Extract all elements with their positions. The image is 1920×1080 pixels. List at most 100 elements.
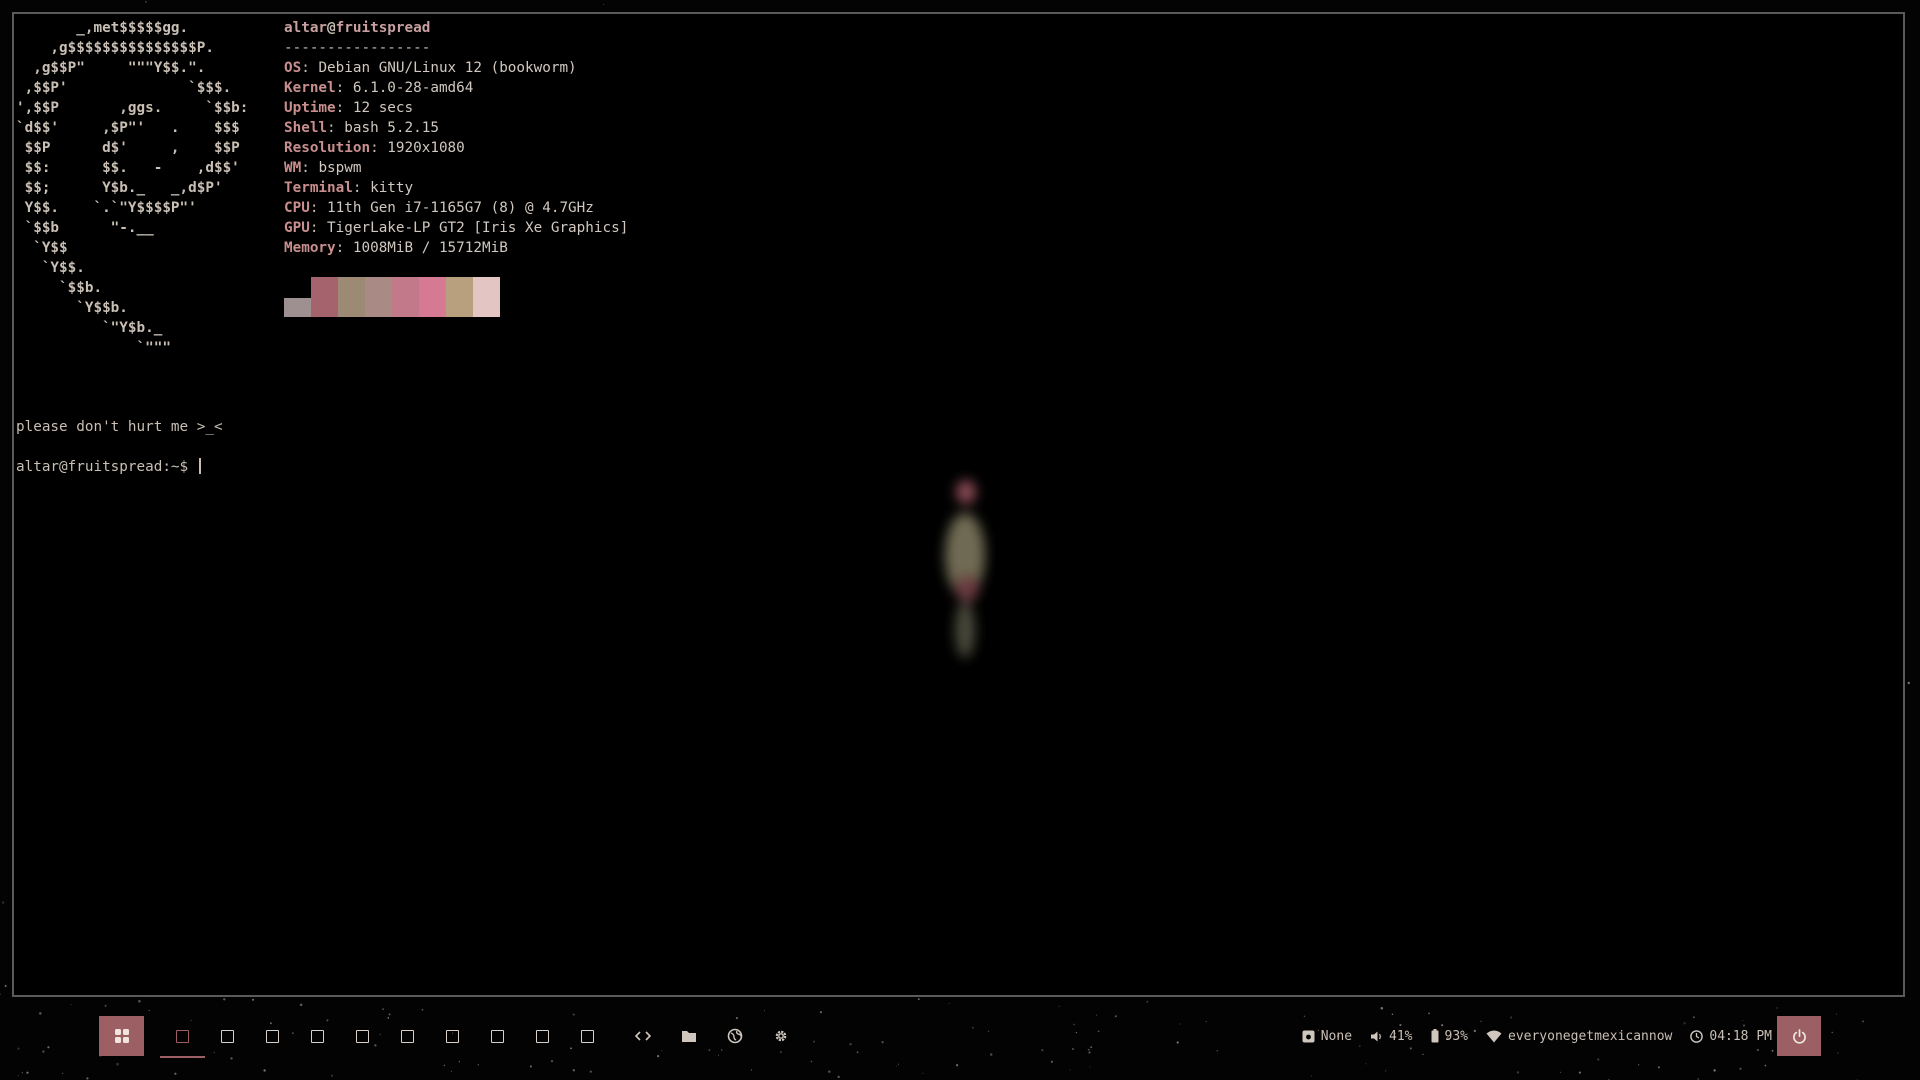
info-value: 11th Gen i7-1165G7 (8) @ 4.7GHz: [327, 200, 594, 216]
ascii-logo-line: `$$b.: [16, 280, 103, 296]
star: [828, 1070, 831, 1073]
media-label: None: [1320, 1028, 1353, 1044]
wallpaper-figure: [945, 480, 985, 658]
message-line: please don't hurt me >_<: [16, 419, 223, 435]
web-browser-button[interactable]: [712, 1016, 758, 1056]
star: [263, 1069, 266, 1072]
music-player-icon: [1302, 1030, 1315, 1042]
palette-swatch: [392, 277, 419, 317]
workspace-square-icon: [536, 1029, 549, 1043]
palette-swatch: [473, 277, 500, 317]
star: [17, 1074, 19, 1077]
gear-icon: [775, 1030, 787, 1042]
volume-status[interactable]: 41%: [1370, 1028, 1413, 1044]
ascii-logo-line: ,$$P' `$$$.: [16, 80, 232, 96]
workspace-2-button[interactable]: [205, 1016, 250, 1056]
ascii-logo-line: `$$b "-.__: [16, 220, 154, 236]
taskbar: None 41% 93% everyonegetmexicannow 04:18…: [0, 1005, 1920, 1065]
info-line: OS: Debian GNU/Linux 12 (bookworm): [284, 60, 577, 76]
ascii-logo-line: $$: $$. - ,d$$': [16, 160, 240, 176]
workspace-5-button[interactable]: [340, 1016, 385, 1056]
clock-time: 04:18 PM: [1709, 1028, 1772, 1044]
info-value: 6.1.0-28-amd64: [352, 80, 474, 96]
workspace-square-icon: [311, 1029, 324, 1043]
workspace-3-button[interactable]: [250, 1016, 295, 1056]
palette-swatch: [311, 277, 338, 317]
workspace-7-button[interactable]: [430, 1016, 475, 1056]
star: [1560, 1071, 1562, 1073]
info-key: OS: [284, 60, 302, 76]
star: [1516, 1071, 1520, 1074]
workspace-6-button[interactable]: [385, 1016, 430, 1056]
star: [1069, 1069, 1071, 1071]
workspace-9-button[interactable]: [520, 1016, 565, 1056]
desktop: _,met$$$$$gg. ,g$$$$$$$$$$$$$$$P. ,g$$P"…: [0, 0, 1920, 1080]
ascii-logo-line: `Y$$.: [16, 260, 85, 276]
workspace-4-button[interactable]: [295, 1016, 340, 1056]
info-value: kitty: [370, 180, 414, 196]
volume-icon: [1371, 1031, 1381, 1041]
palette-swatch: [284, 298, 311, 317]
star: [1578, 1071, 1581, 1074]
info-key: Kernel: [284, 80, 336, 96]
star: [138, 999, 141, 1003]
star: [917, 998, 920, 1001]
star: [252, 998, 255, 1001]
ascii-logo-line: Y$$. `.`"Y$$$$P"': [16, 200, 197, 216]
info-value: 1008MiB / 15712MiB: [352, 240, 508, 256]
battery-level: 93%: [1444, 1028, 1468, 1044]
power-button[interactable]: [1777, 1016, 1821, 1056]
info-key: GPU: [284, 220, 310, 236]
text-cursor: [198, 458, 201, 474]
media-status[interactable]: None: [1302, 1029, 1352, 1044]
clock-icon: [1690, 1029, 1704, 1043]
power-icon: [1792, 1028, 1806, 1044]
info-line: GPU: TigerLake-LP GT2 [Iris Xe Graphics]: [284, 220, 629, 236]
info-value: TigerLake-LP GT2 [Iris Xe Graphics]: [327, 220, 629, 236]
info-line: Shell: bash 5.2.15: [284, 120, 439, 136]
fetch-info: altar@fruitspread ----------------- OS: …: [284, 18, 628, 258]
palette-swatch: [338, 277, 365, 317]
battery-status[interactable]: 93%: [1431, 1029, 1468, 1044]
info-key: Uptime: [284, 100, 336, 116]
shell-prompt[interactable]: altar@fruitspread:~$: [16, 457, 223, 477]
ascii-logo-line: _,met$$$$$gg.: [16, 20, 189, 36]
clock[interactable]: 04:18 PM: [1690, 1029, 1772, 1044]
star: [572, 1069, 575, 1072]
ascii-logo-line: $$P d$' , $$P: [16, 140, 240, 156]
ascii-logo-line: ,g$$$$$$$$$$$$$$$P.: [16, 40, 214, 56]
wifi-status[interactable]: everyonegetmexicannow: [1486, 1029, 1672, 1044]
battery-icon: [1431, 1029, 1439, 1043]
ascii-logo-line: `d$$' ,$P"' . $$$: [16, 120, 240, 136]
star: [1, 901, 5, 904]
info-value: 1920x1080: [387, 140, 465, 156]
star: [1089, 1066, 1091, 1068]
star: [21, 1072, 23, 1074]
workspace-1-button[interactable]: [160, 1016, 205, 1058]
star: [895, 1065, 898, 1067]
info-line: Kernel: 6.1.0-28-amd64: [284, 80, 474, 96]
ascii-logo-line: ,g$$P" """Y$$.".: [16, 60, 206, 76]
workspace-switcher: [160, 1016, 610, 1058]
folder-icon: [682, 1031, 696, 1042]
palette-swatch: [419, 277, 446, 317]
file-manager-button[interactable]: [666, 1016, 712, 1056]
info-line: Uptime: 12 secs: [284, 100, 414, 116]
star: [450, 1070, 453, 1072]
star: [1907, 681, 1911, 685]
workspace-8-button[interactable]: [475, 1016, 520, 1056]
star: [1310, 1075, 1313, 1077]
volume-level: 41%: [1389, 1028, 1413, 1044]
palette-swatch: [446, 277, 473, 317]
settings-button[interactable]: [758, 1016, 804, 1056]
info-key: Resolution: [284, 140, 371, 156]
workspace-square-icon: [356, 1029, 369, 1043]
info-line: Resolution: 1920x1080: [284, 140, 465, 156]
app-launcher-button[interactable]: [99, 1016, 144, 1056]
ascii-logo-line: `""": [16, 340, 171, 356]
info-line: CPU: 11th Gen i7-1165G7 (8) @ 4.7GHz: [284, 200, 594, 216]
workspace-10-button[interactable]: [565, 1016, 610, 1056]
star: [86, 1077, 89, 1080]
star: [1739, 1067, 1742, 1070]
code-editor-button[interactable]: [620, 1016, 666, 1056]
